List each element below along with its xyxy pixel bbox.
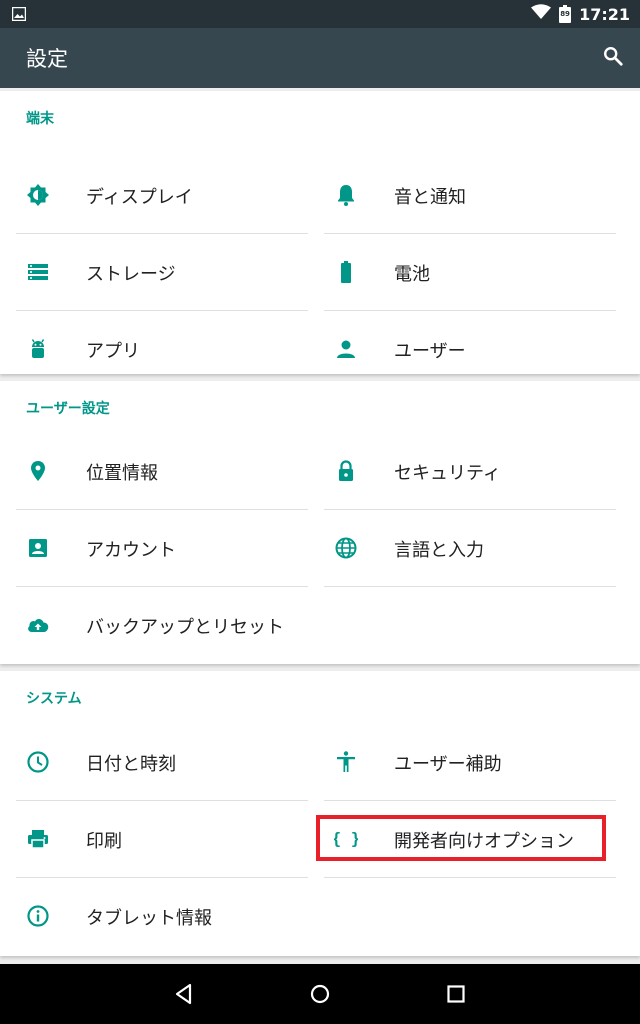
settings-item-security[interactable]: セキュリティ: [324, 433, 616, 510]
settings-item-label: 位置情報: [86, 463, 158, 484]
clock-icon: [26, 750, 50, 774]
storage-icon: [26, 260, 50, 284]
android-icon: [26, 337, 50, 361]
section-title: ユーザー設定: [26, 401, 110, 417]
battery-icon: [334, 260, 358, 284]
cloud-upload-icon: [26, 613, 50, 637]
globe-icon: [334, 536, 358, 560]
printer-icon: [26, 827, 50, 851]
settings-item-label: 日付と時刻: [86, 754, 176, 775]
settings-item-label: タブレット情報: [86, 908, 212, 929]
settings-item-battery[interactable]: 電池: [324, 234, 616, 311]
settings-item-accounts[interactable]: アカウント: [16, 510, 308, 587]
search-icon[interactable]: [602, 45, 624, 71]
settings-item-label: セキュリティ: [394, 463, 501, 484]
section-device: 端末 ディスプレイ 音と通知 ストレージ 電池 アプリ ユーザー: [0, 91, 640, 374]
settings-item-display[interactable]: ディスプレイ: [16, 157, 308, 234]
battery-icon: 89: [559, 5, 572, 23]
highlight-box: [316, 815, 606, 861]
settings-item-sound[interactable]: 音と通知: [324, 157, 616, 234]
settings-item-label: ユーザー: [394, 341, 466, 362]
settings-item-date-time[interactable]: 日付と時刻: [16, 724, 308, 801]
lock-icon: [334, 459, 358, 483]
recents-icon[interactable]: [444, 982, 468, 1010]
navigation-bar: [0, 964, 640, 1024]
settings-item-label: ディスプレイ: [86, 187, 193, 208]
settings-item-label: 電池: [394, 264, 430, 285]
home-icon[interactable]: [308, 982, 332, 1010]
info-icon: [26, 904, 50, 928]
section-personal: ユーザー設定 位置情報 セキュリティ アカウント 言語と入力 バックアップとリセ…: [0, 381, 640, 664]
settings-item-language[interactable]: 言語と入力: [324, 510, 616, 587]
settings-item-storage[interactable]: ストレージ: [16, 234, 308, 311]
settings-item-about-tablet[interactable]: タブレット情報: [16, 878, 308, 955]
settings-item-label: アプリ: [86, 341, 140, 362]
image-notification-icon: [11, 6, 27, 25]
section-title: 端末: [26, 111, 54, 127]
settings-item-label: バックアップとリセット: [86, 617, 284, 638]
settings-item-location[interactable]: 位置情報: [16, 433, 308, 510]
app-bar: 設定: [0, 28, 640, 88]
settings-item-label: 印刷: [86, 831, 122, 852]
location-pin-icon: [26, 459, 50, 483]
page-title: 設定: [26, 47, 68, 71]
wifi-icon: [531, 4, 552, 24]
section-title: システム: [26, 691, 82, 707]
person-icon: [334, 337, 358, 361]
status-bar: 89 17:21: [0, 0, 640, 28]
bell-icon: [334, 183, 358, 207]
settings-item-label: 言語と入力: [394, 540, 484, 561]
settings-item-apps[interactable]: アプリ: [16, 311, 308, 388]
settings-item-backup-reset[interactable]: バックアップとリセット: [16, 587, 308, 664]
section-system: システム 日付と時刻 ユーザー補助 印刷 { } 開発者向けオプション タブレッ…: [0, 671, 640, 956]
battery-level: 89: [560, 10, 570, 18]
back-icon[interactable]: [172, 982, 196, 1010]
settings-item-label: ユーザー補助: [394, 754, 502, 775]
settings-item-users[interactable]: ユーザー: [324, 311, 616, 388]
settings-item-label: アカウント: [86, 540, 176, 561]
settings-item-accessibility[interactable]: ユーザー補助: [324, 724, 616, 801]
settings-item-printing[interactable]: 印刷: [16, 801, 308, 878]
status-time: 17:21: [579, 4, 630, 24]
settings-item-label: ストレージ: [86, 264, 176, 285]
settings-item-label: 音と通知: [394, 187, 466, 208]
accessibility-icon: [334, 750, 358, 774]
brightness-icon: [26, 183, 50, 207]
account-box-icon: [26, 536, 50, 560]
